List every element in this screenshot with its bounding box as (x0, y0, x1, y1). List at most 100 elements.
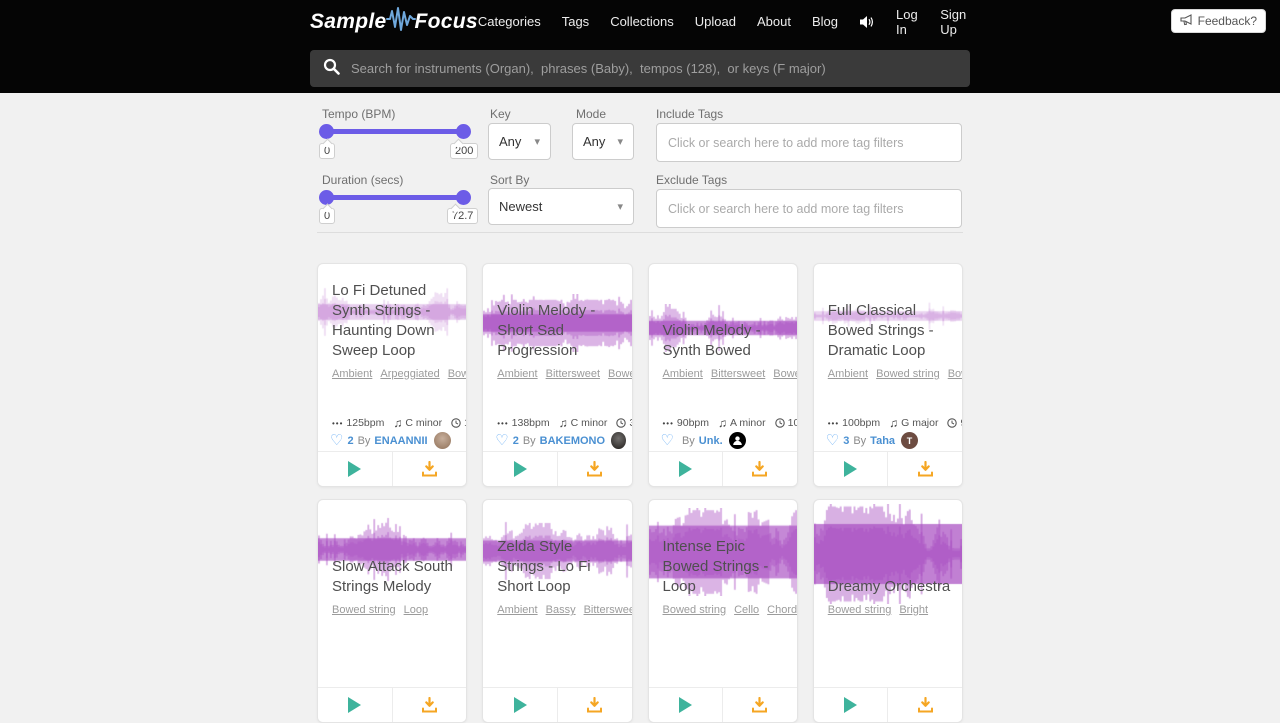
section-divider (317, 232, 963, 233)
sample-title[interactable]: Full Classical Bowed Strings - Dramatic … (828, 280, 953, 361)
include-tags-input[interactable] (656, 123, 962, 162)
nav-upload[interactable]: Upload (695, 14, 736, 29)
tag-link[interactable]: Ambient (828, 368, 868, 380)
tag-link[interactable]: Ambient (332, 368, 372, 380)
play-icon (348, 461, 362, 477)
nav-categories[interactable]: Categories (478, 14, 541, 29)
top-navigation-bar: Sample Focus Categories Tags Collections… (0, 0, 1280, 43)
duration-value: 10.7s (774, 417, 797, 429)
tempo-max-value: 200 (450, 143, 479, 159)
play-button[interactable] (649, 688, 724, 722)
tag-link[interactable]: Bittersweet (546, 368, 600, 380)
tag-link[interactable]: Loop (404, 604, 428, 616)
tag-link[interactable]: Cello (734, 604, 759, 616)
nav-blog[interactable]: Blog (812, 14, 838, 29)
exclude-tags-input[interactable] (656, 189, 962, 228)
play-button[interactable] (483, 688, 558, 722)
sample-title[interactable]: Violin Melody - Synth Bowed (663, 280, 788, 361)
play-icon (678, 461, 692, 477)
tag-link[interactable]: Bassy (546, 604, 576, 616)
sample-meta: •••90bpm ♫A minor 10.7s (663, 416, 797, 430)
nav-sign-up[interactable]: Sign Up (940, 7, 970, 37)
search-icon (323, 58, 340, 80)
play-button[interactable] (483, 452, 558, 486)
tempo-slider-handle-min[interactable] (319, 124, 334, 139)
tag-link[interactable]: Ambient (497, 604, 537, 616)
like-count: 3 (843, 434, 850, 447)
sort-by-label: Sort By (490, 173, 530, 187)
play-button[interactable] (318, 452, 393, 486)
sample-title[interactable]: Zelda Style Strings - Lo Fi Short Loop (497, 516, 622, 597)
mode-select[interactable]: Any ▾ (572, 123, 634, 160)
download-button[interactable] (723, 688, 797, 722)
like-count: 2 (347, 434, 354, 447)
tag-link[interactable]: Bowed string (663, 604, 727, 616)
like-heart-icon[interactable]: ♡ (661, 433, 674, 448)
tempo-slider[interactable] (319, 123, 471, 139)
mode-select-value: Any (583, 134, 606, 149)
author-link[interactable]: Taha (870, 435, 895, 447)
play-button[interactable] (814, 688, 889, 722)
sample-title[interactable]: Intense Epic Bowed Strings - Loop (663, 516, 788, 597)
music-note-icon: ♫ (558, 416, 568, 430)
like-heart-icon[interactable]: ♡ (495, 433, 508, 448)
tag-link[interactable]: Chord (767, 604, 797, 616)
sample-title[interactable]: Slow Attack South Strings Melody (332, 516, 457, 597)
tag-link[interactable]: Bowed string (773, 368, 796, 380)
like-heart-icon[interactable]: ♡ (330, 433, 343, 448)
search-box[interactable] (310, 50, 970, 87)
tag-link[interactable]: Ambient (497, 368, 537, 380)
tag-link[interactable]: Bowed string (828, 604, 892, 616)
nav-log-in[interactable]: Log In (896, 7, 919, 37)
sample-tags: AmbientBittersweetBowed stringChilloutCh… (497, 367, 631, 383)
play-button[interactable] (814, 452, 889, 486)
play-button[interactable] (649, 452, 724, 486)
feedback-button[interactable]: Feedback? (1170, 9, 1266, 33)
download-button[interactable] (888, 688, 962, 722)
tempo-slider-handle-max[interactable] (456, 124, 471, 139)
sample-card: Slow Attack South Strings Melody Bowed s… (317, 499, 468, 723)
download-button[interactable] (393, 452, 467, 486)
tag-link[interactable]: Bowed string (876, 368, 940, 380)
key-select[interactable]: Any ▾ (488, 123, 551, 160)
sample-title[interactable]: Violin Melody - Short Sad Progression (497, 280, 622, 361)
sample-likes-row: ♡ 3 By Taha T (826, 432, 956, 449)
nav-about[interactable]: About (757, 14, 791, 29)
card-footer (648, 687, 797, 722)
download-button[interactable] (558, 688, 632, 722)
download-button[interactable] (723, 452, 797, 486)
nav-collections[interactable]: Collections (610, 14, 674, 29)
tag-link[interactable]: Bowed string (448, 368, 467, 380)
tag-link[interactable]: Bright (899, 604, 928, 616)
download-button[interactable] (888, 452, 962, 486)
tag-link[interactable]: Bittersweet (584, 604, 632, 616)
download-button[interactable] (393, 688, 467, 722)
duration-slider-handle-max[interactable] (456, 190, 471, 205)
bpm-value: ••• 125bpm (332, 417, 385, 429)
sample-title[interactable]: Lo Fi Detuned Synth Strings - Haunting D… (332, 280, 457, 361)
site-logo[interactable]: Sample Focus (310, 6, 478, 38)
tag-link[interactable]: Bowed string (608, 368, 631, 380)
nav-tags[interactable]: Tags (562, 14, 589, 29)
key-value: ♫ C minor (393, 416, 443, 430)
play-button[interactable] (318, 688, 393, 722)
tag-link[interactable]: Bittersweet (711, 368, 765, 380)
download-button[interactable] (558, 452, 632, 486)
author-link[interactable]: Unk. (699, 435, 723, 447)
by-label: By (853, 434, 867, 447)
tag-link[interactable]: Bowed strings (948, 368, 962, 380)
author-link[interactable]: BAKEMONO (540, 435, 605, 447)
speaker-icon[interactable] (859, 15, 875, 29)
download-icon (586, 697, 603, 713)
tag-link[interactable]: Arpeggiated (380, 368, 439, 380)
sort-by-select[interactable]: Newest ▾ (488, 188, 634, 225)
duration-slider[interactable] (319, 189, 471, 205)
like-heart-icon[interactable]: ♡ (826, 433, 839, 448)
search-input[interactable] (351, 61, 957, 76)
tag-link[interactable]: Ambient (663, 368, 703, 380)
author-link[interactable]: ENAANNII (374, 435, 427, 447)
tag-link[interactable]: Bowed string (332, 604, 396, 616)
sample-title[interactable]: Dreamy Orchestra (828, 516, 953, 597)
avatar (728, 432, 746, 449)
sample-card: Violin Melody - Short Sad Progression Am… (482, 263, 633, 487)
